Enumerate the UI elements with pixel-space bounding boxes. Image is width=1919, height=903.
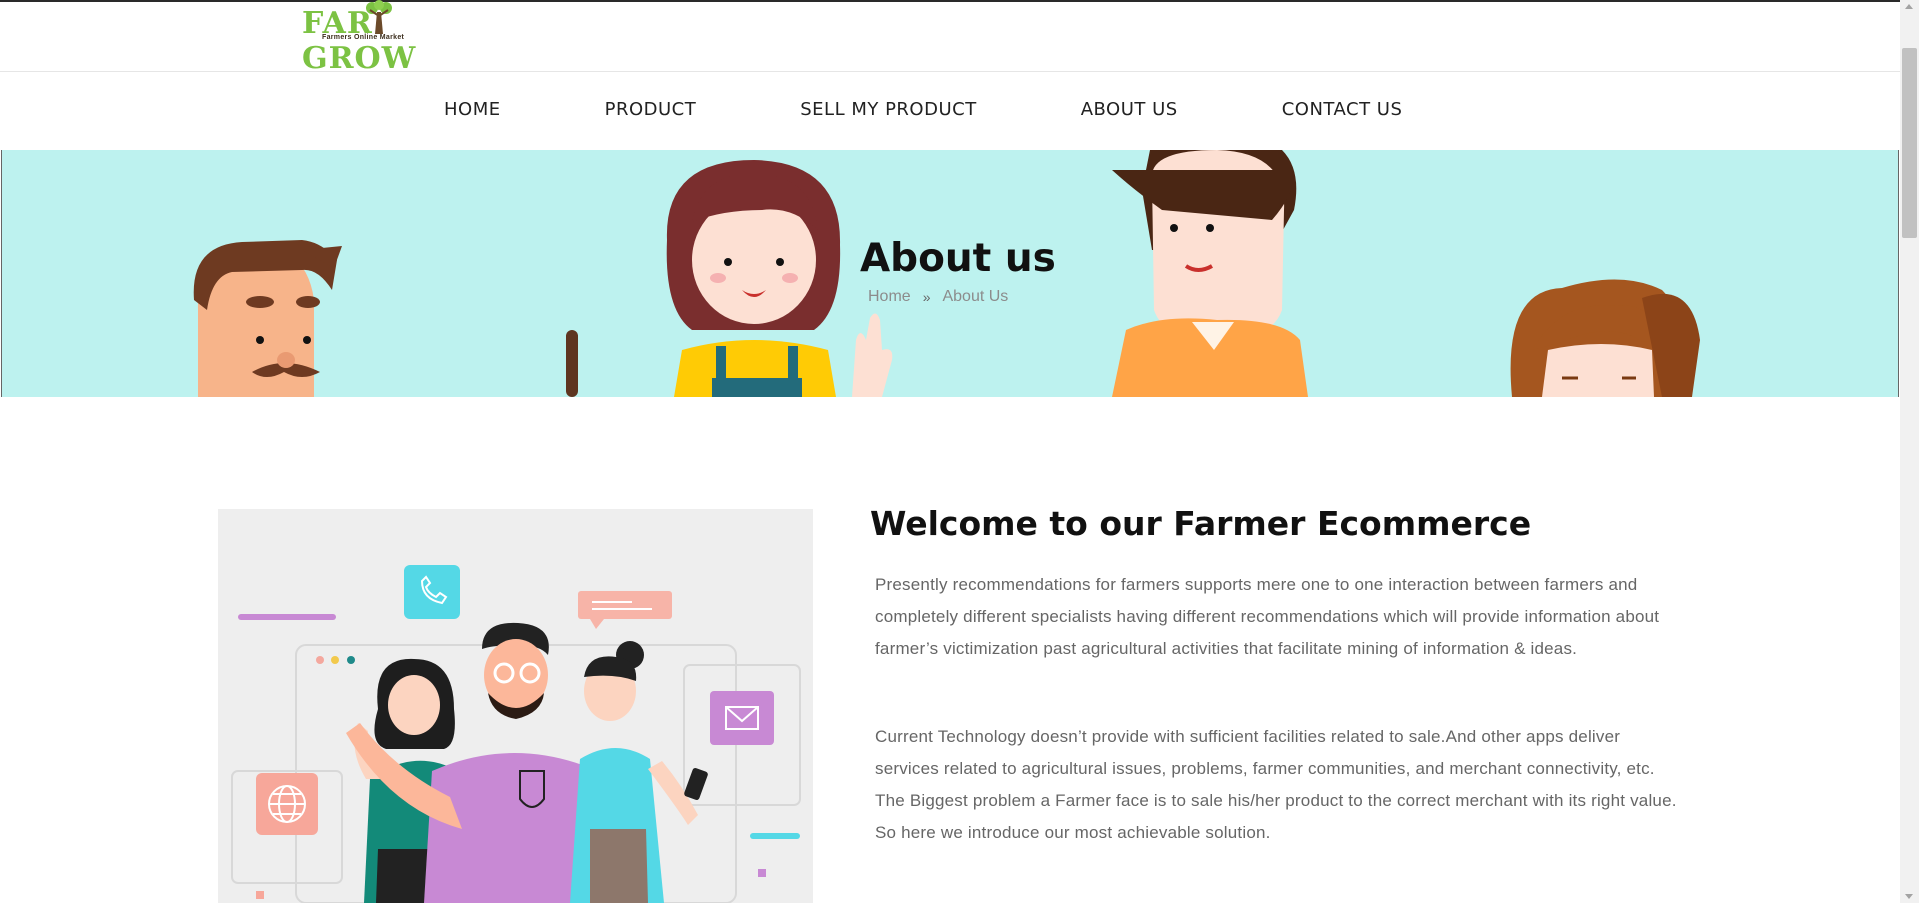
farmer-woman-illustration bbox=[1510, 279, 1700, 397]
page-banner: About us Home » About Us bbox=[1, 150, 1899, 397]
welcome-heading: Welcome to our Farmer Ecommerce bbox=[870, 504, 1532, 543]
nav-item-product[interactable]: PRODUCT bbox=[605, 99, 697, 120]
page-title: About us bbox=[860, 236, 1056, 281]
site-logo[interactable]: FARGROW Farmers Online Market bbox=[302, 0, 452, 76]
logo-tagline: Farmers Online Market bbox=[322, 34, 405, 41]
chat-bubble-icon bbox=[578, 591, 672, 619]
problem-paragraph: Current Technology doesn’t provide with … bbox=[875, 727, 1677, 842]
mail-icon bbox=[710, 691, 774, 745]
site-header: FARGROW Farmers Online Market bbox=[0, 0, 1900, 76]
nav-item-home[interactable]: HOME bbox=[444, 99, 501, 120]
scroll-down-icon[interactable] bbox=[1905, 894, 1913, 899]
main-nav: HOME PRODUCT SELL MY PRODUCT ABOUT US CO… bbox=[0, 72, 1900, 150]
breadcrumb: Home » About Us bbox=[868, 288, 1008, 306]
breadcrumb-separator-icon: » bbox=[922, 289, 931, 305]
scrollbar-thumb[interactable] bbox=[1902, 48, 1917, 238]
breadcrumb-current: About Us bbox=[942, 288, 1009, 305]
farmer-man-illustration bbox=[193, 240, 342, 397]
farmer-boy-illustration bbox=[1112, 150, 1308, 397]
page-scrollbar[interactable] bbox=[1900, 0, 1919, 903]
tree-icon bbox=[366, 0, 392, 34]
intro-paragraph: Presently recommendations for farmers su… bbox=[875, 575, 1660, 658]
breadcrumb-home-link[interactable]: Home bbox=[868, 288, 911, 306]
nav-item-sell-my-product[interactable]: SELL MY PRODUCT bbox=[800, 99, 976, 120]
team-illustration bbox=[218, 509, 813, 903]
phone-icon bbox=[404, 565, 460, 619]
nav-item-about-us[interactable]: ABOUT US bbox=[1081, 99, 1178, 120]
nav-item-contact-us[interactable]: CONTACT US bbox=[1282, 99, 1403, 120]
team-illustration-art bbox=[231, 565, 801, 903]
scroll-up-icon[interactable] bbox=[1905, 4, 1913, 9]
farmer-girl-illustration bbox=[666, 160, 893, 397]
